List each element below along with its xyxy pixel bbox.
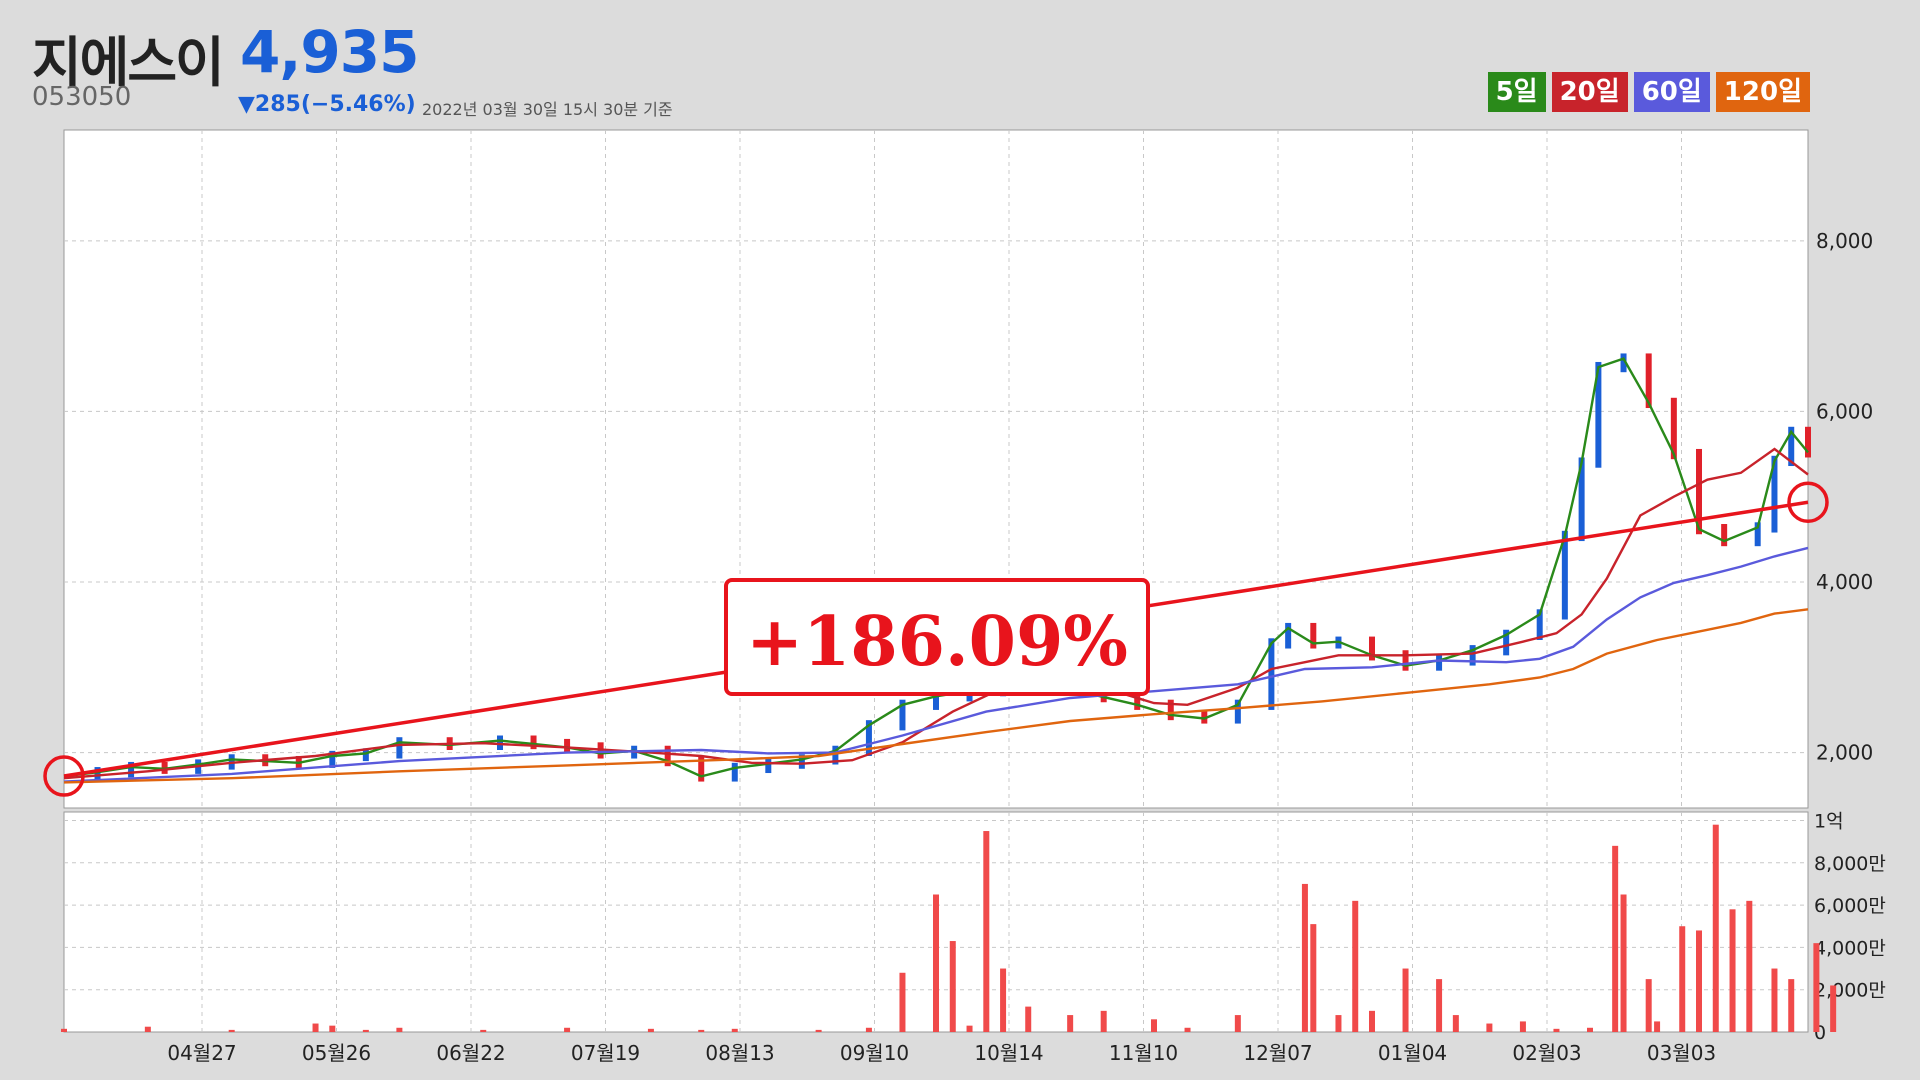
volume-bar bbox=[1151, 1019, 1157, 1032]
volume-bar bbox=[480, 1029, 487, 1032]
volume-bar bbox=[1100, 1010, 1107, 1032]
candle bbox=[1310, 622, 1317, 649]
volume-bar bbox=[1000, 968, 1007, 1032]
volume-bar bbox=[1402, 968, 1409, 1032]
x-tick-label: 10월14 bbox=[974, 1041, 1043, 1065]
volume-bar bbox=[949, 941, 956, 1032]
volume-tick-label: 8,000만 bbox=[1814, 853, 1886, 875]
candle bbox=[564, 738, 571, 753]
candle bbox=[1436, 655, 1443, 671]
candle bbox=[1721, 524, 1728, 547]
volume-bar bbox=[564, 1027, 571, 1032]
volume-bar bbox=[815, 1029, 822, 1032]
volume-bar bbox=[731, 1028, 738, 1032]
volume-bar bbox=[933, 894, 939, 1032]
volume-bar bbox=[899, 972, 906, 1032]
volume-bar bbox=[1486, 1023, 1493, 1032]
price-tick-label: 8,000 bbox=[1816, 229, 1873, 253]
x-tick-label: 09월10 bbox=[840, 1041, 909, 1065]
volume-tick-label: 4,000만 bbox=[1814, 937, 1886, 959]
volume-bar bbox=[698, 1029, 705, 1032]
x-tick-label: 02월03 bbox=[1512, 1041, 1581, 1065]
volume-bar bbox=[329, 1025, 336, 1032]
volume-bar bbox=[966, 1025, 973, 1032]
volume-bar bbox=[1301, 883, 1308, 1032]
volume-bar bbox=[1025, 1006, 1032, 1032]
volume-bar bbox=[396, 1027, 403, 1032]
volume-bar bbox=[1553, 1028, 1560, 1032]
x-tick-label: 03월03 bbox=[1647, 1041, 1716, 1065]
volume-bar bbox=[1679, 926, 1686, 1032]
volume-bar bbox=[61, 1028, 67, 1032]
volume-bar bbox=[1729, 909, 1736, 1032]
volume-bar bbox=[647, 1028, 654, 1032]
volume-bar bbox=[1712, 824, 1719, 1032]
volume-bar bbox=[1310, 924, 1317, 1032]
x-tick-label: 04월27 bbox=[167, 1041, 236, 1065]
volume-tick-label: 6,000만 bbox=[1814, 895, 1886, 917]
volume-bar bbox=[1335, 1015, 1342, 1032]
volume-bar bbox=[1788, 979, 1795, 1032]
volume-bar bbox=[1587, 1027, 1593, 1032]
volume-bar bbox=[1352, 900, 1359, 1032]
volume-bar bbox=[1813, 943, 1820, 1032]
candle bbox=[1402, 650, 1409, 671]
x-tick-label: 08월13 bbox=[705, 1041, 774, 1065]
price-tick-label: 4,000 bbox=[1816, 570, 1873, 594]
volume-bar bbox=[1067, 1015, 1074, 1032]
price-tick-label: 6,000 bbox=[1816, 399, 1873, 423]
return-text: +186.09% bbox=[746, 602, 1128, 682]
candle bbox=[1805, 426, 1811, 458]
volume-bar bbox=[1436, 979, 1443, 1032]
x-tick-label: 11월10 bbox=[1109, 1041, 1178, 1065]
volume-bar bbox=[1696, 930, 1702, 1032]
volume-bar bbox=[228, 1029, 235, 1032]
volume-bar bbox=[1369, 1010, 1375, 1032]
candle bbox=[765, 758, 772, 774]
volume-bar bbox=[362, 1029, 369, 1032]
x-tick-label: 06월22 bbox=[436, 1041, 505, 1065]
x-tick-label: 05월26 bbox=[302, 1041, 371, 1065]
volume-bar bbox=[865, 1027, 872, 1032]
candle bbox=[731, 762, 738, 782]
volume-bar bbox=[1184, 1027, 1191, 1032]
volume-bar bbox=[1519, 1021, 1526, 1032]
volume-bar bbox=[1612, 845, 1619, 1032]
candle bbox=[396, 737, 403, 759]
x-tick-label: 01월04 bbox=[1378, 1041, 1447, 1065]
volume-bar bbox=[1452, 1015, 1459, 1032]
volume-tick-label: 1억 bbox=[1814, 810, 1844, 832]
volume-bar bbox=[1746, 900, 1753, 1032]
candle bbox=[530, 735, 537, 750]
volume-bar bbox=[1771, 968, 1778, 1032]
volume-bar bbox=[1830, 985, 1837, 1032]
volume-bar bbox=[312, 1023, 319, 1032]
x-tick-label: 07월19 bbox=[571, 1041, 640, 1065]
volume-bar bbox=[983, 831, 990, 1032]
volume-tick-label: 2,000만 bbox=[1814, 980, 1886, 1002]
volume-bar bbox=[144, 1026, 151, 1032]
price-tick-label: 2,000 bbox=[1816, 741, 1873, 765]
volume-bar bbox=[1234, 1015, 1241, 1032]
volume-bar bbox=[1645, 979, 1652, 1032]
x-tick-label: 12월07 bbox=[1243, 1041, 1312, 1065]
stock-chart: 04월27 05월26 06월22 07월19 08월13 09월10 10월14 11월10… bbox=[43, 129, 1886, 1065]
volume-bar bbox=[1620, 894, 1627, 1032]
volume-bar bbox=[1654, 1021, 1661, 1032]
